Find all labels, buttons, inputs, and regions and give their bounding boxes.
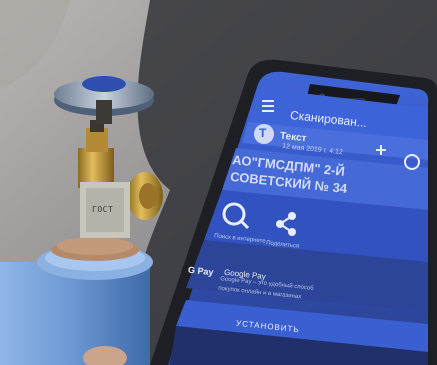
valve-stamp: ГОСТ [92,205,114,214]
menu-icon[interactable] [259,97,275,113]
settings-icon[interactable] [404,154,420,170]
search-icon[interactable] [222,202,250,230]
doc-initial: Т [259,126,267,140]
photo-scene [0,0,437,365]
share-icon[interactable] [274,210,298,236]
add-icon[interactable] [372,142,388,158]
